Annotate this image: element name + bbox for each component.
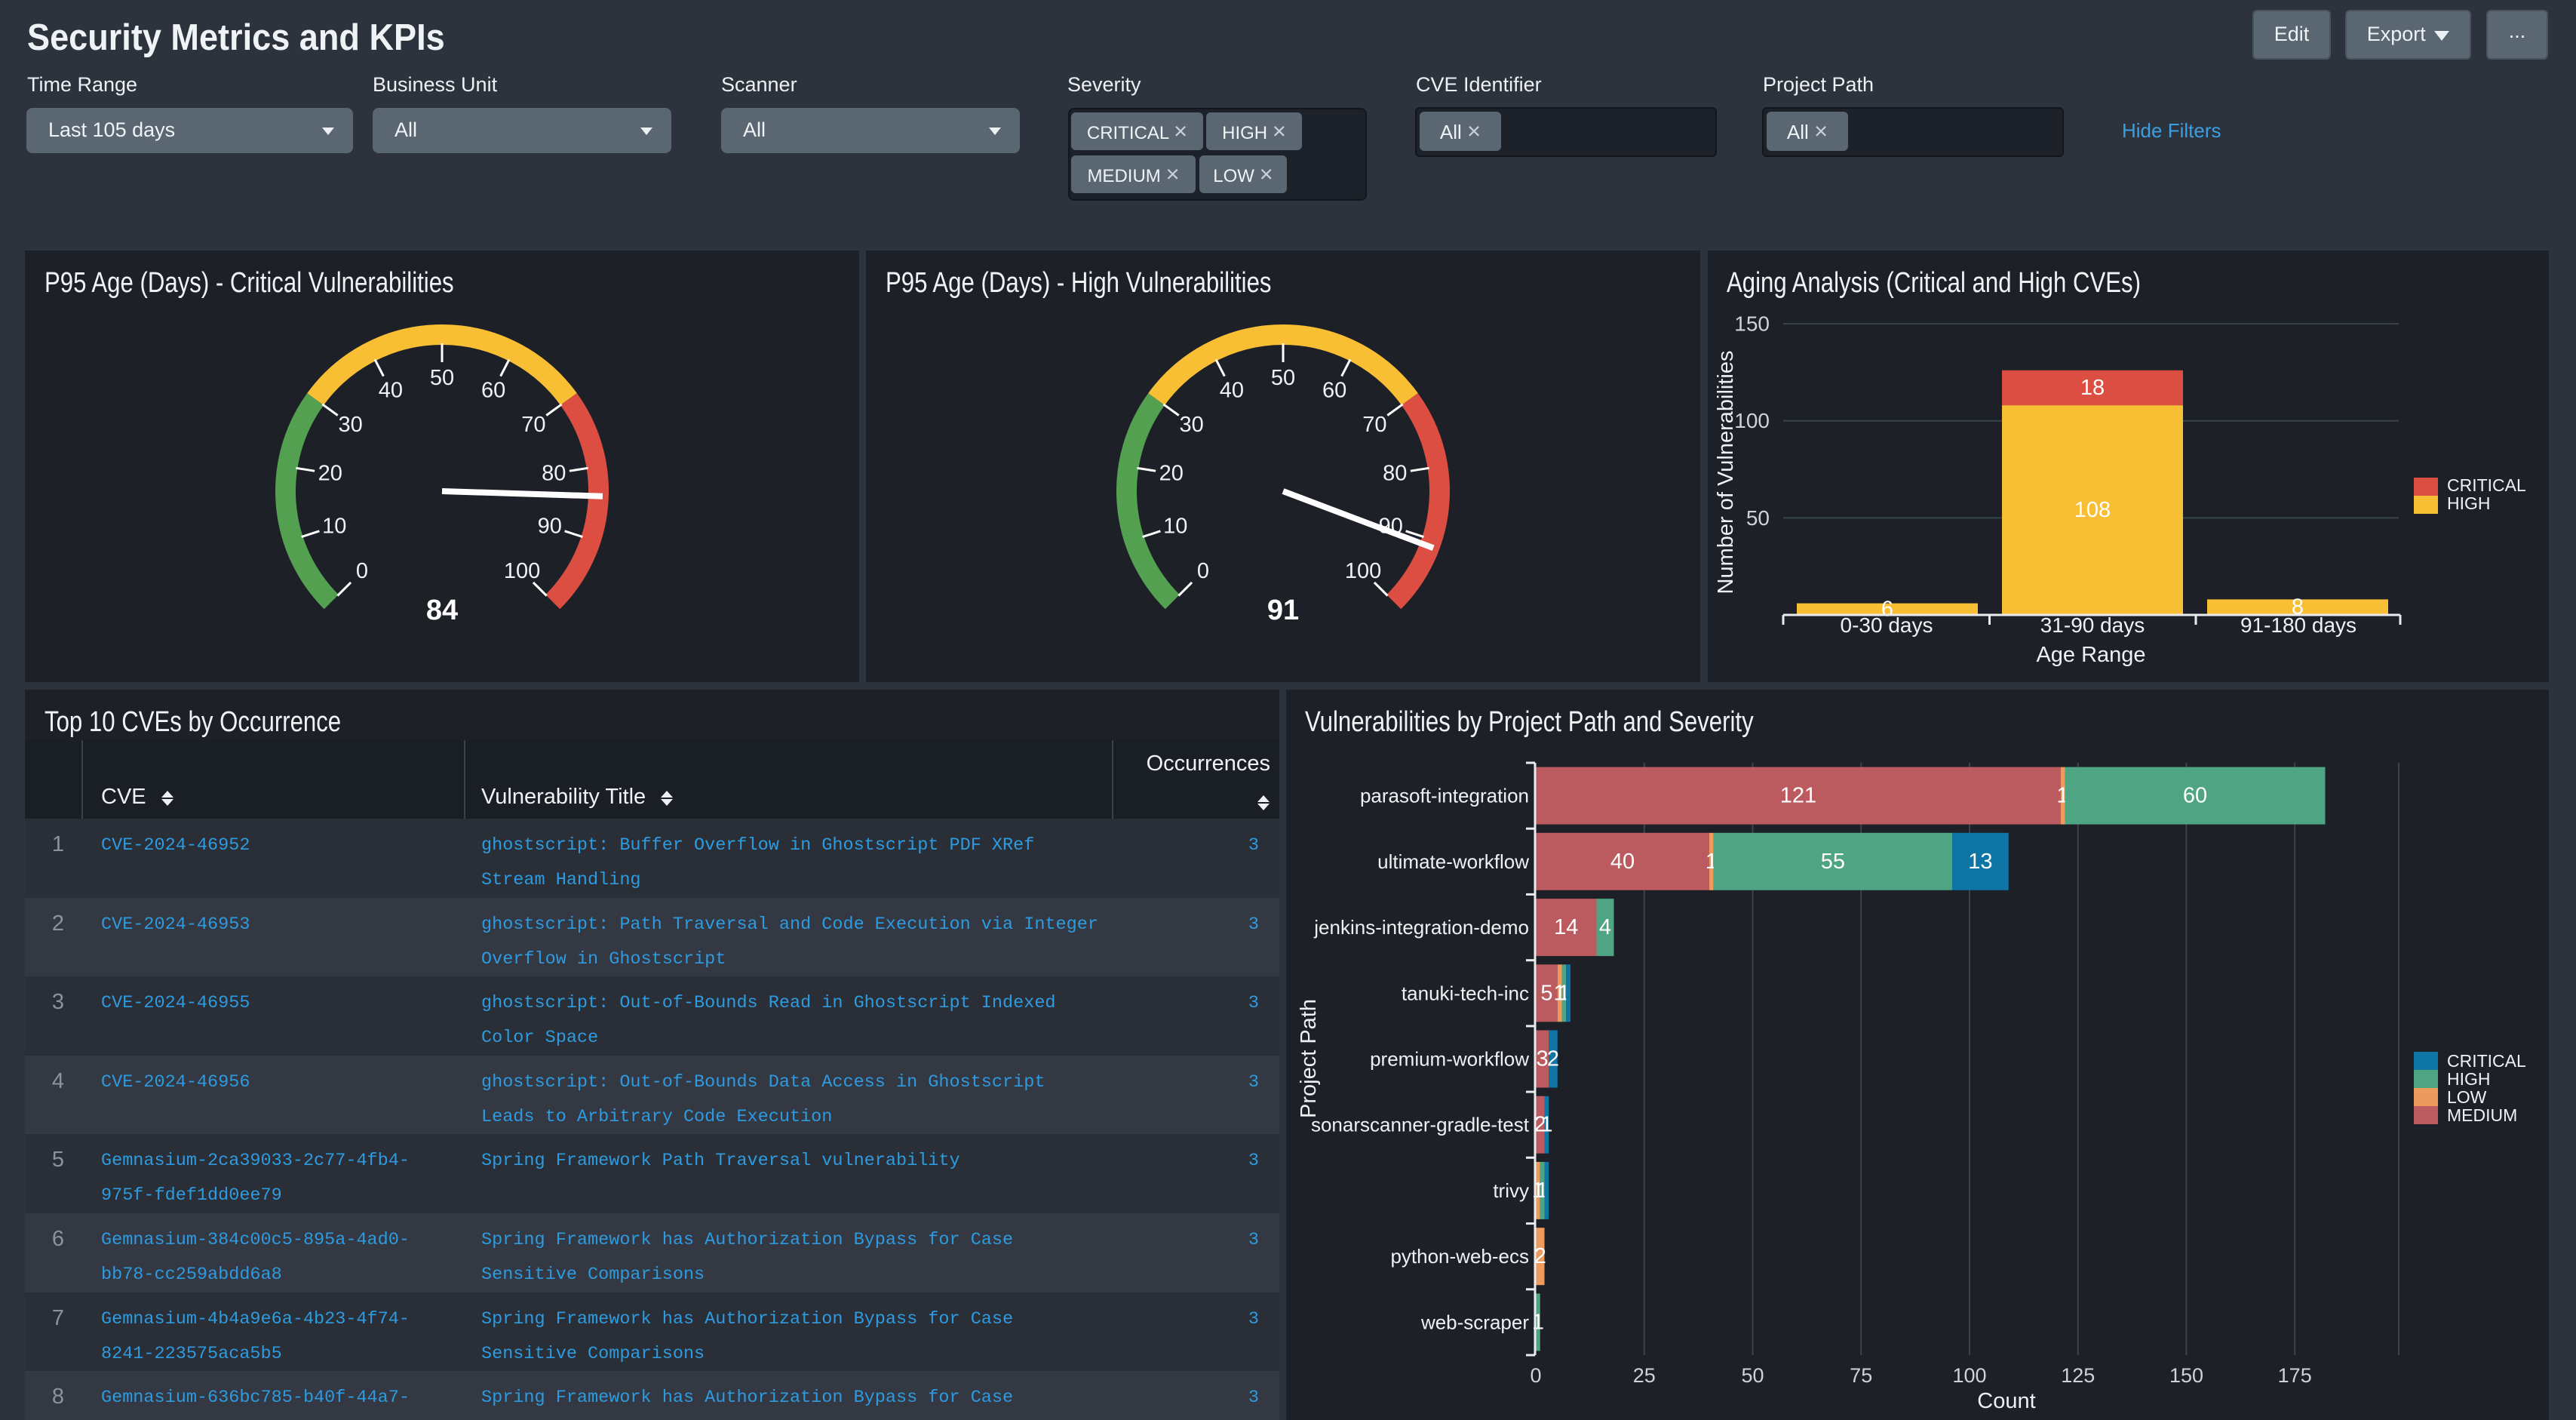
svg-text:0: 0 (1197, 559, 1209, 583)
svg-text:30: 30 (1179, 413, 1203, 437)
svg-text:4: 4 (1599, 915, 1611, 939)
svg-text:1: 1 (1532, 1310, 1544, 1334)
svg-text:75: 75 (1850, 1364, 1872, 1387)
svg-text:121: 121 (1780, 784, 1816, 808)
svg-text:108: 108 (2074, 498, 2111, 522)
svg-text:sonarscanner-gradle-test: sonarscanner-gradle-test (1311, 1114, 1530, 1136)
svg-text:100: 100 (1345, 559, 1381, 583)
svg-text:ultimate-workflow: ultimate-workflow (1377, 850, 1529, 873)
svg-text:10: 10 (1163, 514, 1187, 538)
svg-text:CRITICAL: CRITICAL (2447, 475, 2526, 495)
svg-text:premium-workflow: premium-workflow (1370, 1048, 1529, 1071)
svg-text:91: 91 (1267, 595, 1299, 626)
svg-text:50: 50 (430, 366, 454, 390)
svg-text:40: 40 (1610, 850, 1635, 874)
svg-text:HIGH: HIGH (2447, 1069, 2491, 1089)
svg-text:50: 50 (1271, 366, 1295, 390)
svg-text:parasoft-integration: parasoft-integration (1360, 785, 1529, 807)
svg-text:55: 55 (1821, 850, 1845, 874)
svg-text:50: 50 (1746, 506, 1770, 530)
svg-text:MEDIUM: MEDIUM (2447, 1105, 2517, 1125)
svg-text:50: 50 (1741, 1364, 1764, 1387)
svg-text:80: 80 (1383, 462, 1407, 486)
svg-text:91-180 days: 91-180 days (2240, 613, 2356, 637)
svg-text:CRITICAL: CRITICAL (2447, 1051, 2526, 1071)
svg-text:Project Path: Project Path (1297, 999, 1321, 1118)
svg-text:trivy: trivy (1493, 1179, 1529, 1202)
svg-text:25: 25 (1633, 1364, 1656, 1387)
svg-text:14: 14 (1554, 915, 1578, 939)
svg-text:20: 20 (318, 462, 342, 486)
svg-text:10: 10 (322, 514, 346, 538)
svg-text:60: 60 (481, 378, 505, 402)
svg-text:90: 90 (538, 514, 562, 538)
svg-text:2: 2 (1547, 1047, 1559, 1071)
svg-text:30: 30 (338, 413, 362, 437)
svg-text:100: 100 (504, 559, 540, 583)
svg-text:1: 1 (1540, 1113, 1552, 1137)
svg-text:150: 150 (2169, 1364, 2203, 1387)
svg-text:Number of Vulnerabilities: Number of Vulnerabilities (1714, 351, 1738, 595)
svg-text:70: 70 (521, 413, 545, 437)
svg-text:18: 18 (2080, 376, 2105, 400)
svg-text:31-90 days: 31-90 days (2040, 613, 2145, 637)
svg-text:70: 70 (1362, 413, 1386, 437)
svg-text:125: 125 (2061, 1364, 2095, 1387)
svg-text:60: 60 (2183, 784, 2207, 808)
svg-text:Count: Count (1977, 1389, 2035, 1413)
svg-text:LOW: LOW (2447, 1087, 2487, 1107)
svg-text:5: 5 (1540, 981, 1552, 1005)
svg-text:40: 40 (1220, 378, 1244, 402)
svg-text:60: 60 (1322, 378, 1346, 402)
svg-text:100: 100 (1952, 1364, 1986, 1387)
svg-text:20: 20 (1159, 462, 1184, 486)
svg-text:150: 150 (1734, 312, 1770, 336)
svg-text:python-web-ecs: python-web-ecs (1390, 1245, 1529, 1268)
svg-text:40: 40 (379, 378, 403, 402)
svg-text:HIGH: HIGH (2447, 493, 2491, 513)
svg-text:0: 0 (356, 559, 368, 583)
svg-text:80: 80 (542, 462, 566, 486)
svg-text:175: 175 (2278, 1364, 2312, 1387)
svg-text:tanuki-tech-inc: tanuki-tech-inc (1402, 982, 1529, 1004)
svg-text:84: 84 (426, 595, 458, 626)
svg-text:web-scraper: web-scraper (1420, 1311, 1529, 1333)
svg-text:13: 13 (1968, 850, 1992, 874)
svg-text:100: 100 (1734, 409, 1770, 432)
svg-text:0: 0 (1530, 1364, 1541, 1387)
svg-text:0-30 days: 0-30 days (1841, 613, 1933, 637)
svg-text:Age Range: Age Range (2036, 643, 2145, 667)
svg-text:jenkins-integration-demo: jenkins-integration-demo (1313, 916, 1529, 939)
